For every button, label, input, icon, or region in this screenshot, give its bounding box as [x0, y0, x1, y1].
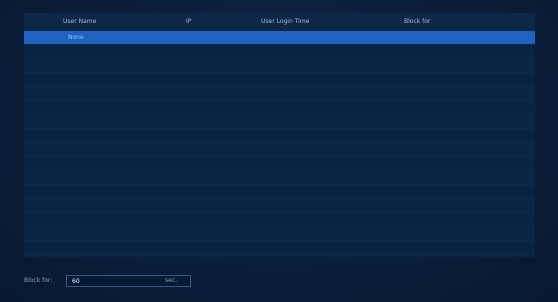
table-row-empty [24, 227, 535, 241]
block-list-page: User Name IP User Login Time Block for N… [0, 0, 558, 302]
table-row-empty [24, 213, 535, 227]
column-header-ip[interactable]: IP [186, 13, 191, 31]
table-body: None [24, 31, 535, 255]
table-row-empty [24, 101, 535, 115]
blocked-users-table: User Name IP User Login Time Block for N… [24, 13, 535, 257]
table-row-empty [24, 129, 535, 143]
table-row-empty [24, 157, 535, 171]
table-row-empty [24, 87, 535, 101]
table-row-empty [24, 171, 535, 185]
table-row-empty [24, 241, 535, 255]
cell-user-name: None [68, 34, 84, 41]
block-duration-setting: Block for: sec. [24, 275, 324, 287]
column-header-block-for[interactable]: Block for [404, 13, 430, 31]
table-row[interactable]: None [24, 31, 535, 45]
table-row-empty [24, 199, 535, 213]
block-for-unit: sec. [165, 277, 178, 284]
table-header: User Name IP User Login Time Block for [24, 13, 535, 31]
table-row-empty [24, 73, 535, 87]
table-row-empty [24, 185, 535, 199]
column-header-user-name[interactable]: User Name [63, 13, 96, 31]
table-row-empty [24, 143, 535, 157]
table-row-empty [24, 45, 535, 59]
block-for-label: Block for: [24, 277, 53, 284]
table-row-empty [24, 59, 535, 73]
table-row-empty [24, 115, 535, 129]
column-header-login-time[interactable]: User Login Time [261, 13, 309, 31]
